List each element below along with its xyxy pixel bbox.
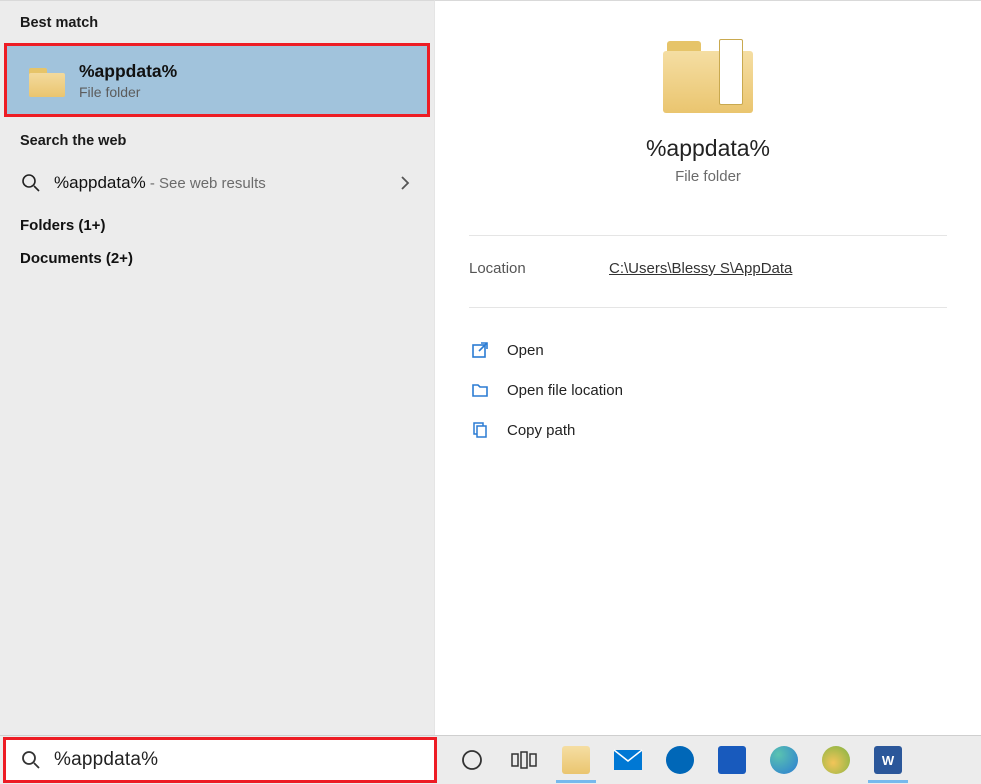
taskbar-word-doc[interactable] xyxy=(708,738,756,783)
action-label: Open xyxy=(507,342,544,359)
folder-outline-icon xyxy=(469,379,491,401)
action-open[interactable]: Open xyxy=(469,330,947,370)
search-input-value: %appdata% xyxy=(54,749,158,771)
preview-title: %appdata% xyxy=(646,135,770,162)
action-copy-path[interactable]: Copy path xyxy=(469,410,947,450)
best-match-title: %appdata% xyxy=(79,61,177,82)
web-query-text: %appdata% xyxy=(54,173,146,192)
search-input[interactable]: %appdata% xyxy=(3,737,437,783)
category-documents[interactable]: Documents (2+) xyxy=(0,240,434,273)
category-folders[interactable]: Folders (1+) xyxy=(0,207,434,240)
action-open-file-location[interactable]: Open file location xyxy=(469,370,947,410)
search-web-heading: Search the web xyxy=(0,127,434,159)
best-match-heading: Best match xyxy=(0,9,434,41)
taskbar-cortana-circle[interactable] xyxy=(448,738,496,783)
taskbar-dell[interactable] xyxy=(656,738,704,783)
action-label: Copy path xyxy=(507,422,575,439)
folder-icon xyxy=(663,41,753,113)
search-icon xyxy=(20,172,42,194)
web-result-row[interactable]: %appdata% - See web results xyxy=(0,159,434,207)
taskbar-mail[interactable] xyxy=(604,738,652,783)
copy-icon xyxy=(469,419,491,441)
location-label: Location xyxy=(469,260,609,277)
chevron-right-icon xyxy=(400,175,414,191)
taskbar-word[interactable]: W xyxy=(864,738,912,783)
open-icon xyxy=(469,339,491,361)
search-results-panel: Best match %appdata% File folder Search … xyxy=(0,0,434,735)
taskbar-edge-legacy[interactable] xyxy=(760,738,808,783)
best-match-result[interactable]: %appdata% File folder xyxy=(4,43,430,117)
action-label: Open file location xyxy=(507,382,623,399)
preview-panel: %appdata% File folder Location C:\Users\… xyxy=(434,0,981,735)
search-icon xyxy=(20,749,42,771)
best-match-subtitle: File folder xyxy=(79,84,177,100)
preview-subtitle: File folder xyxy=(675,168,741,185)
taskbar-task-view[interactable] xyxy=(500,738,548,783)
folder-icon xyxy=(29,65,65,95)
taskbar-browser[interactable] xyxy=(812,738,860,783)
web-suffix-text: - See web results xyxy=(146,175,266,192)
taskbar: %appdata% W xyxy=(0,735,981,784)
location-link[interactable]: C:\Users\Blessy S\AppData xyxy=(609,260,792,277)
taskbar-file-explorer[interactable] xyxy=(552,738,600,783)
taskbar-icons: W xyxy=(440,736,981,784)
